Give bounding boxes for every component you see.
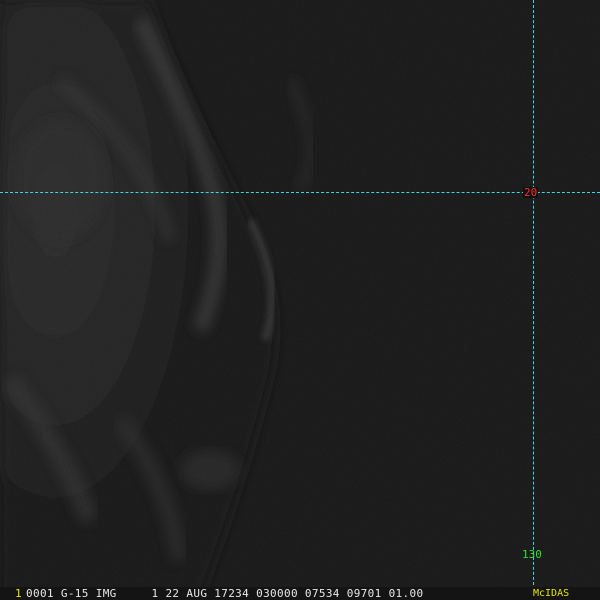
image-info-text: 0001 G-15 IMG 1 22 AUG 17234 030000 0753… (26, 587, 424, 600)
status-bar: 1 0001 G-15 IMG 1 22 AUG 17234 030000 07… (0, 587, 600, 600)
frame-number: 1 (15, 587, 22, 600)
latitude-grid-line (0, 192, 600, 193)
longitude-grid-line (533, 0, 534, 600)
latitude-label: 20 (523, 186, 539, 199)
satellite-frame: 20 130 1 0001 G-15 IMG 1 22 AUG 17234 03… (0, 0, 600, 600)
longitude-label: 130 (522, 548, 542, 561)
mcidas-brand-label: McIDAS (533, 588, 570, 599)
satellite-imagery (0, 0, 600, 600)
